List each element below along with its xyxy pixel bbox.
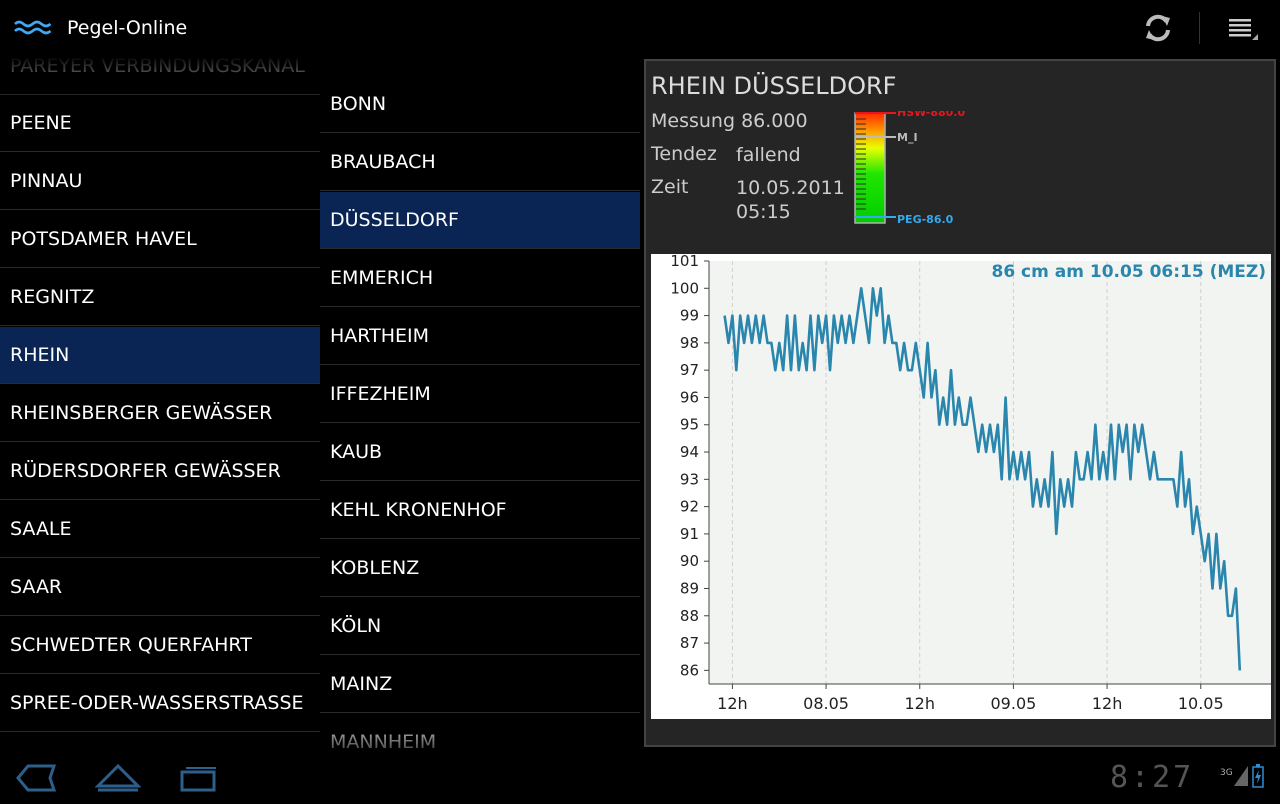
signal-3g-icon: 3G xyxy=(1220,768,1233,778)
app-title: Pegel-Online xyxy=(67,17,188,39)
zeit-date: 10.05.2011 xyxy=(736,177,845,199)
list-item[interactable]: SAALE xyxy=(0,501,320,558)
messung-row: Messung 86.000 xyxy=(651,110,808,132)
list-item-selected[interactable]: DÜSSELDORF xyxy=(320,192,640,249)
overflow-menu-button[interactable] xyxy=(1218,10,1262,46)
list-item-selected[interactable]: RHEIN xyxy=(0,327,320,384)
list-item[interactable]: BONN xyxy=(320,76,640,133)
y-tick-label: 90 xyxy=(680,552,699,570)
gauge-peg-label: PEG-86.0 xyxy=(897,213,954,226)
list-item[interactable]: SAAR xyxy=(0,559,320,616)
y-tick-label: 97 xyxy=(680,361,699,379)
list-item[interactable]: KAUB xyxy=(320,424,640,481)
y-tick-label: 99 xyxy=(680,307,699,325)
x-tick-label: 12h xyxy=(717,694,748,713)
station-title: RHEIN DÜSSELDORF xyxy=(651,72,897,100)
list-item[interactable]: RHEINSBERGER GEWÄSSER xyxy=(0,385,320,442)
list-item[interactable]: SPREE-ODER-WASSERSTRASSE xyxy=(0,675,320,732)
home-icon xyxy=(94,763,142,792)
x-tick-label: 09.05 xyxy=(991,694,1037,713)
chart-title: 86 cm am 10.05 06:15 (MEZ) xyxy=(991,262,1266,282)
list-item[interactable]: KÖLN xyxy=(320,598,640,655)
list-item[interactable]: IFFEZHEIM xyxy=(320,366,640,423)
x-tick-label: 10.05 xyxy=(1178,694,1224,713)
list-item[interactable]: SCHWEDTER QUERFAHRT xyxy=(0,617,320,674)
messung-value: 86.000 xyxy=(741,110,808,132)
list-item[interactable]: HARTHEIM xyxy=(320,308,640,365)
tendenz-value: fallend xyxy=(736,144,801,166)
zeit-label: Zeit xyxy=(651,176,689,198)
list-item[interactable]: KEHL KRONENHOF xyxy=(320,482,640,539)
recent-apps-icon xyxy=(180,767,216,792)
list-item[interactable]: MANNHEIM xyxy=(320,714,640,752)
action-bar: Pegel-Online xyxy=(0,0,1280,56)
station-detail-panel: RHEIN DÜSSELDORF Messung 86.000 Tendez f… xyxy=(644,59,1276,747)
gauge-mi-label: M_I xyxy=(897,131,918,144)
y-tick-label: 88 xyxy=(680,607,699,625)
y-tick-label: 89 xyxy=(680,579,699,597)
list-item[interactable]: REGNITZ xyxy=(0,269,320,326)
river-list[interactable]: PAREYER VERBINDUNGSKANAL PEENE PINNAU PO… xyxy=(0,56,320,752)
signal-strength-icon xyxy=(1234,766,1248,790)
y-tick-label: 95 xyxy=(680,416,699,434)
list-item[interactable]: PINNAU xyxy=(0,153,320,210)
list-item[interactable]: PAREYER VERBINDUNGSKANAL xyxy=(0,56,320,95)
list-item[interactable]: BRAUBACH xyxy=(320,134,640,191)
overflow-menu-icon xyxy=(1229,19,1258,40)
list-item[interactable]: MAINZ xyxy=(320,656,640,713)
y-tick-label: 92 xyxy=(680,498,699,516)
x-tick-label: 12h xyxy=(1092,694,1123,713)
water-level-chart: 86 87 88 89 90 91 92 93 94 95 96 97 98 99 100 101 12h 08… xyxy=(651,252,1271,719)
home-button[interactable] xyxy=(94,752,142,800)
messung-label: Messung xyxy=(651,110,736,132)
y-tick-label: 87 xyxy=(680,634,699,652)
y-tick-label: 98 xyxy=(680,334,699,352)
action-bar-divider xyxy=(1199,12,1200,44)
recent-apps-button[interactable] xyxy=(176,752,222,800)
battery-icon xyxy=(1252,764,1264,792)
back-icon xyxy=(16,764,57,792)
x-tick-label: 08.05 xyxy=(803,694,849,713)
station-list[interactable]: BONN BRAUBACH DÜSSELDORF EMMERICH HARTHE… xyxy=(320,56,640,752)
y-tick-label: 94 xyxy=(680,443,699,461)
y-tick-label: 100 xyxy=(670,279,699,297)
back-button[interactable] xyxy=(14,752,60,800)
tendenz-label: Tendez xyxy=(651,143,717,165)
y-tick-label: 93 xyxy=(680,470,699,488)
y-tick-label: 91 xyxy=(680,525,699,543)
water-waves-icon xyxy=(14,20,52,38)
y-tick-label: 86 xyxy=(680,661,699,679)
water-level-gauge: HSW-880.0 M_I PEG-86.0 xyxy=(852,106,972,229)
list-item[interactable]: POTSDAMER HAVEL xyxy=(0,211,320,268)
refresh-icon xyxy=(1146,14,1170,42)
list-item[interactable]: RÜDERSDORFER GEWÄSSER xyxy=(0,443,320,500)
y-tick-label: 96 xyxy=(680,388,699,406)
gauge-hsw-label: HSW-880.0 xyxy=(897,111,965,119)
list-item[interactable]: KOBLENZ xyxy=(320,540,640,597)
refresh-button[interactable] xyxy=(1138,8,1178,48)
y-tick-label: 101 xyxy=(670,254,699,270)
x-tick-label: 12h xyxy=(905,694,936,713)
status-clock: 8:27 xyxy=(1110,760,1195,795)
list-item[interactable]: PEENE xyxy=(0,95,320,152)
zeit-time: 05:15 xyxy=(736,201,791,223)
list-item[interactable]: EMMERICH xyxy=(320,250,640,307)
